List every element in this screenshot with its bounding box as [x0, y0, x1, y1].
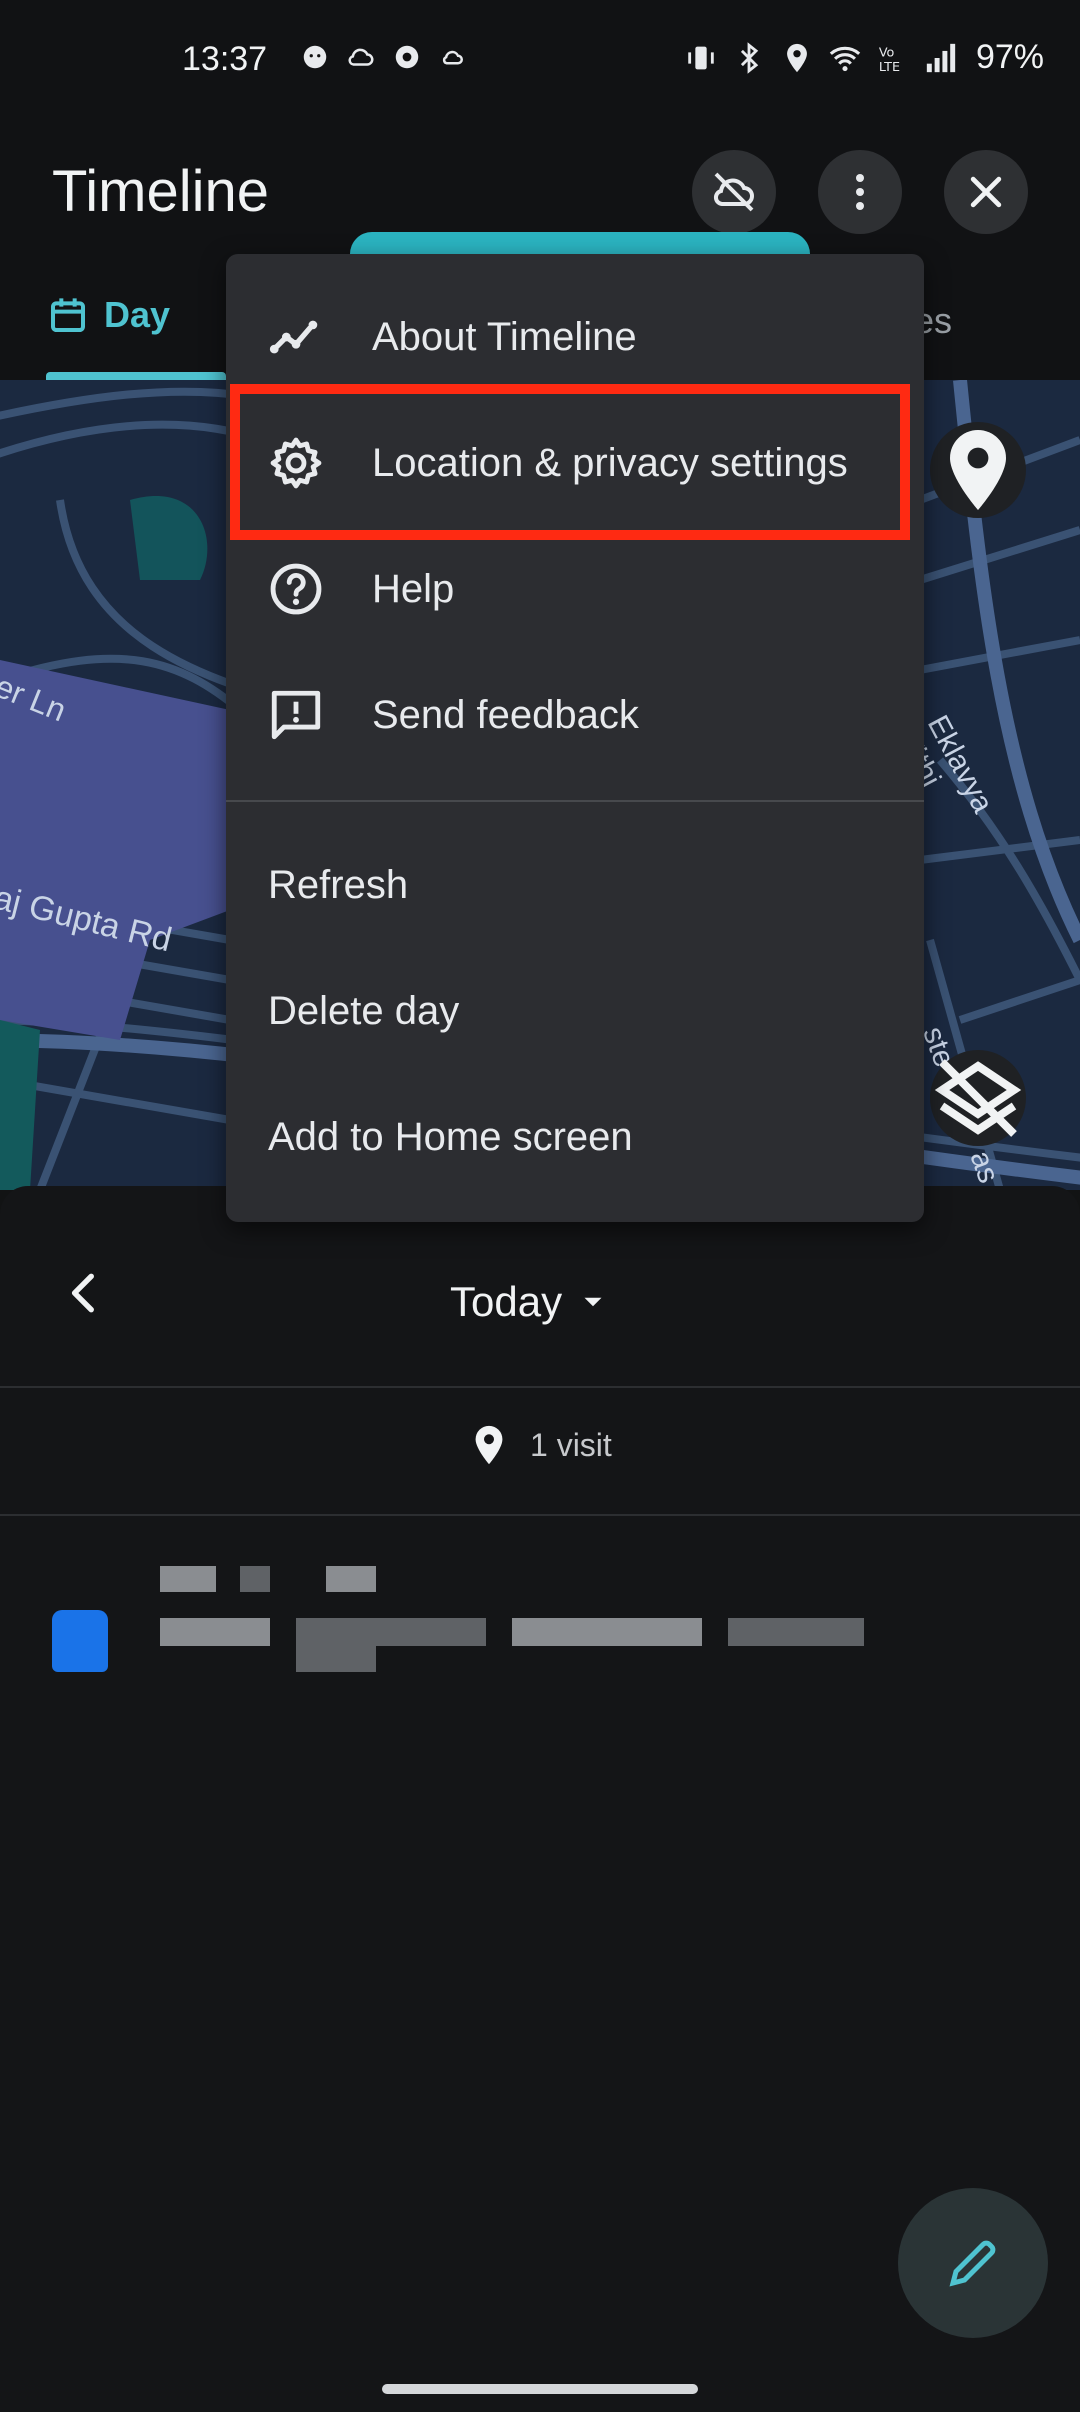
map-location-button[interactable] — [930, 422, 1026, 518]
help-icon — [266, 559, 326, 619]
menu-item-label: Help — [372, 566, 455, 611]
redacted-text — [240, 1566, 270, 1592]
tab-indicator — [46, 372, 226, 380]
tab-day[interactable]: Day — [48, 294, 170, 336]
menu-item-label: About Timeline — [372, 314, 637, 359]
status-right: Vo LTE 97% — [684, 38, 1044, 77]
volte-icon: VoLTE — [879, 45, 900, 74]
menu-item-help[interactable]: Help — [226, 526, 924, 652]
menu-item-label: Add to Home screen — [268, 1114, 633, 1159]
place-icon — [52, 1610, 108, 1672]
menu-item-refresh[interactable]: Refresh — [226, 822, 924, 948]
redacted-text — [512, 1618, 702, 1646]
signal-icon — [926, 43, 956, 72]
tab-day-label: Day — [104, 294, 171, 335]
status-bar: 13:37 Vo LTE 97% — [0, 0, 1080, 120]
menu-item-about-timeline[interactable]: About Timeline — [226, 274, 924, 400]
pencil-icon — [949, 2240, 996, 2287]
redacted-text — [296, 1646, 376, 1672]
divider — [0, 1514, 1080, 1516]
feedback-icon — [266, 685, 326, 745]
status-time: 13:37 — [182, 40, 268, 78]
face-icon — [303, 45, 327, 69]
svg-text:Vo: Vo — [879, 45, 895, 60]
close-button[interactable] — [944, 150, 1028, 234]
chrome-icon — [395, 45, 419, 69]
menu-item-add-to-home-screen[interactable]: Add to Home screen — [226, 1074, 924, 1200]
location-pin-icon — [475, 1425, 503, 1465]
redacted-text — [296, 1618, 486, 1646]
battery-text: 97% — [975, 38, 1044, 76]
menu-item-label: Send feedback — [372, 692, 639, 737]
calendar-icon — [51, 298, 85, 332]
cloud-icon — [348, 48, 374, 66]
layers-off-icon — [934, 1059, 1022, 1137]
small-cloud-icon — [442, 50, 463, 65]
redacted-text — [326, 1566, 376, 1592]
redacted-text — [160, 1566, 216, 1592]
visits-count: 1 visit — [530, 1426, 612, 1463]
more-options-button[interactable] — [818, 150, 902, 234]
home-indicator[interactable] — [382, 2384, 698, 2394]
list-item[interactable] — [0, 1546, 1080, 1686]
screen: 13:37 Vo LTE 97% Timeline Day er Ln Ekla… — [0, 0, 1080, 2412]
dropdown-arrow-icon — [584, 1297, 602, 1307]
visits-summary: 1 visit — [466, 1422, 612, 1468]
page-title: Timeline — [52, 159, 270, 224]
wifi-icon — [829, 46, 861, 71]
menu-item-delete-day[interactable]: Delete day — [226, 948, 924, 1074]
date-label: Today — [450, 1278, 563, 1325]
menu-divider — [226, 800, 924, 802]
redacted-text — [728, 1618, 864, 1646]
more-vert-icon — [856, 174, 864, 210]
menu-item-label: Delete day — [268, 988, 460, 1033]
close-icon — [970, 176, 1002, 208]
chevron-left-icon[interactable] — [60, 1268, 110, 1318]
edit-button[interactable] — [898, 2188, 1048, 2338]
cloud-off-button[interactable] — [692, 150, 776, 234]
date-selector[interactable]: Today — [450, 1278, 610, 1326]
status-left-icons — [300, 42, 468, 72]
menu-item-send-feedback[interactable]: Send feedback — [226, 652, 924, 778]
redacted-text — [160, 1618, 270, 1646]
menu-item-label: Refresh — [268, 862, 409, 907]
map-layers-button[interactable] — [930, 1050, 1026, 1146]
vibrate-icon — [688, 46, 714, 69]
highlight-box — [230, 384, 910, 540]
location-icon — [787, 43, 807, 72]
svg-text:LTE: LTE — [879, 59, 900, 74]
cloud-off-icon — [713, 172, 754, 212]
bluetooth-icon — [740, 41, 759, 74]
timeline-icon — [266, 307, 326, 367]
divider — [0, 1386, 1080, 1388]
